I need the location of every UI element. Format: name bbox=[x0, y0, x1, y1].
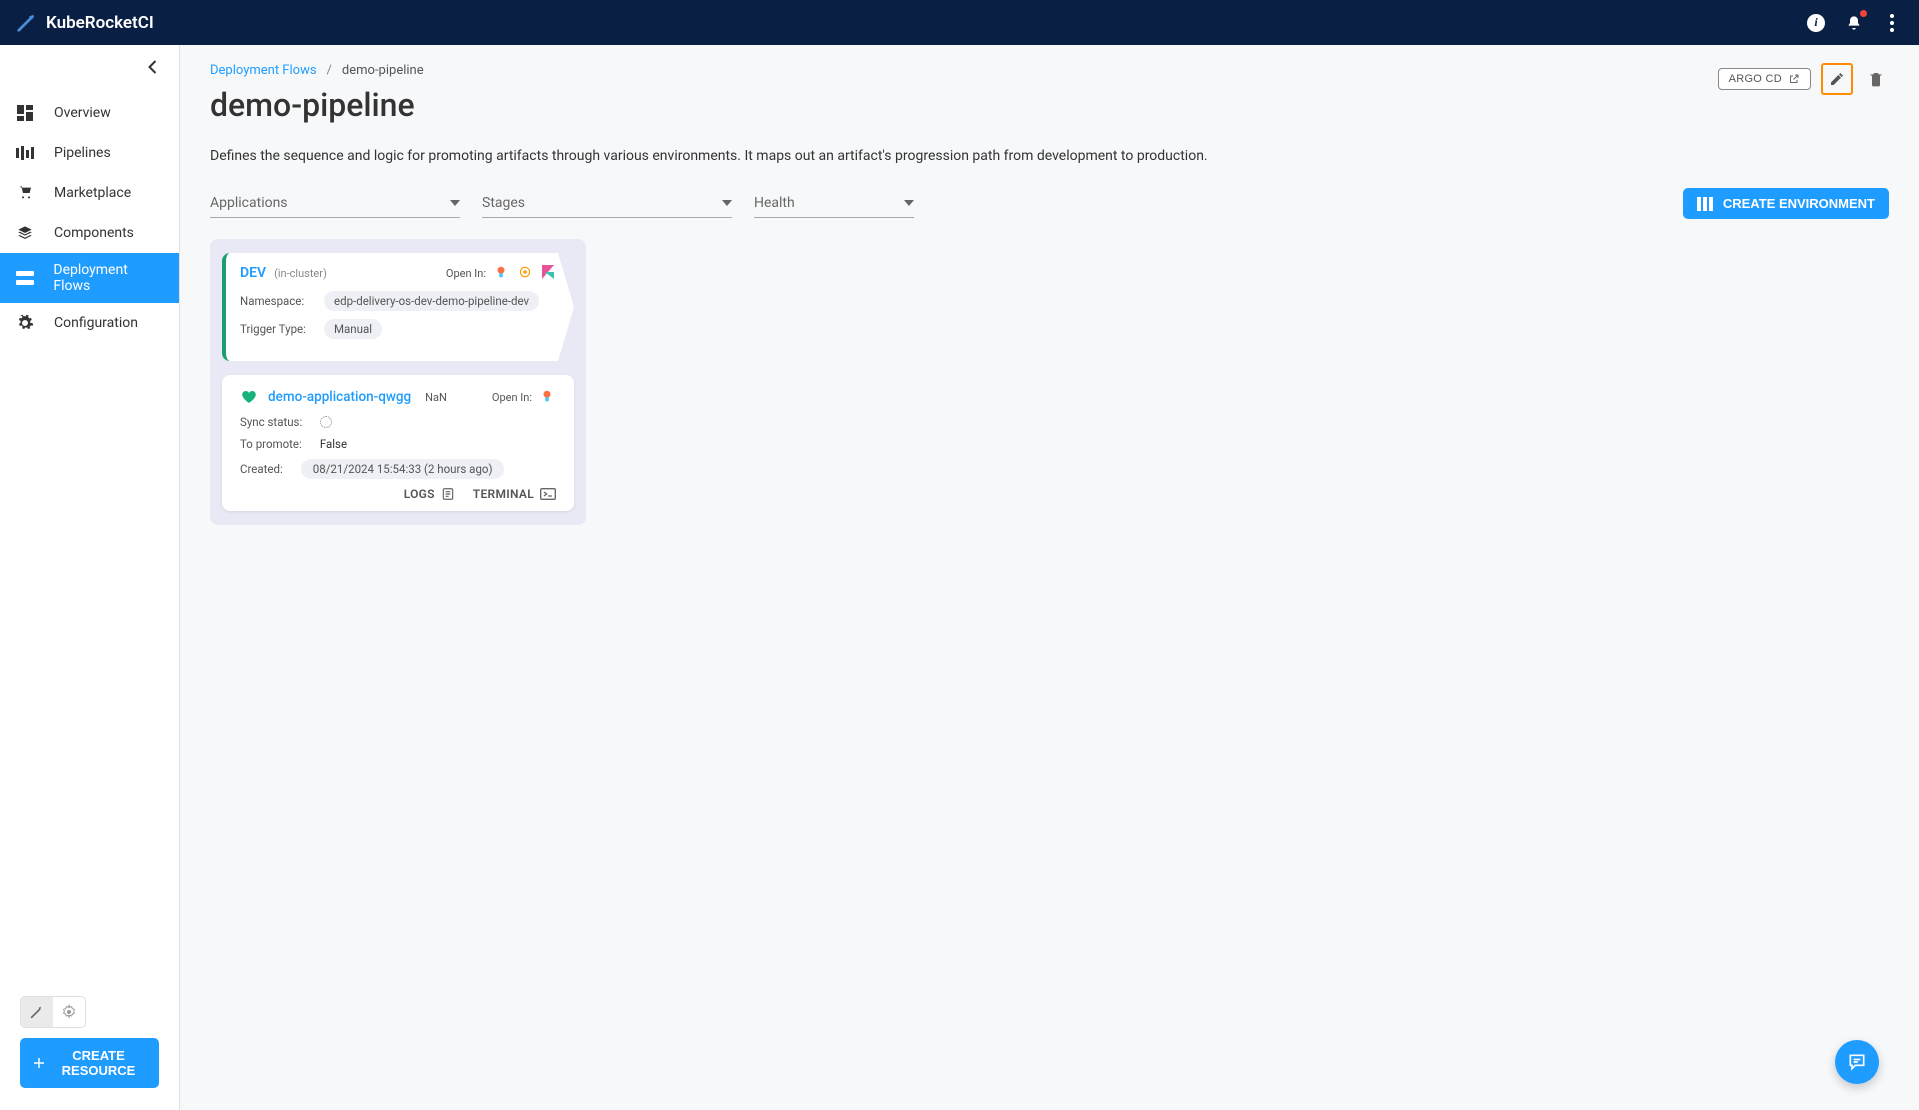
argo-icon[interactable] bbox=[540, 389, 556, 405]
sidebar: Overview Pipelines Marketplace Component… bbox=[0, 45, 180, 1110]
breadcrumb: Deployment Flows / demo-pipeline bbox=[210, 63, 424, 78]
promote-label: To promote: bbox=[240, 437, 302, 451]
info-icon[interactable]: i bbox=[1805, 12, 1827, 34]
notifications-icon[interactable] bbox=[1843, 12, 1865, 34]
stage-card: DEV (in-cluster) Open In: Namespace: edp… bbox=[222, 253, 574, 361]
sidebar-item-label: Configuration bbox=[54, 315, 138, 331]
theme-toggle bbox=[20, 996, 86, 1028]
breadcrumb-parent-link[interactable]: Deployment Flows bbox=[210, 63, 317, 78]
chevron-down-icon bbox=[904, 200, 914, 206]
external-link-icon bbox=[1788, 73, 1800, 85]
open-in-label: Open In: bbox=[492, 391, 532, 404]
promote-value: False bbox=[320, 437, 347, 451]
sidebar-item-components[interactable]: Components bbox=[0, 213, 179, 253]
health-filter-label: Health bbox=[754, 195, 795, 211]
sync-status-label: Sync status: bbox=[240, 415, 302, 429]
applications-filter-label: Applications bbox=[210, 195, 288, 211]
chevron-down-icon bbox=[450, 200, 460, 206]
application-card: demo-application-qwgg NaN Open In: Sync … bbox=[222, 375, 574, 511]
create-resource-button[interactable]: CREATE RESOURCE bbox=[20, 1038, 159, 1088]
create-environment-label: CREATE ENVIRONMENT bbox=[1723, 196, 1875, 211]
health-filter[interactable]: Health bbox=[754, 190, 914, 218]
stages-filter-label: Stages bbox=[482, 195, 525, 211]
stage-name-link[interactable]: DEV bbox=[240, 265, 266, 281]
open-in-label: Open In: bbox=[446, 267, 486, 280]
logs-label: LOGS bbox=[404, 487, 435, 501]
kibana-icon[interactable] bbox=[542, 265, 558, 281]
stages-filter[interactable]: Stages bbox=[482, 190, 732, 218]
trigger-label: Trigger Type: bbox=[240, 322, 310, 336]
sync-spinner-icon bbox=[320, 416, 332, 428]
applications-filter[interactable]: Applications bbox=[210, 190, 460, 218]
created-label: Created: bbox=[240, 462, 283, 476]
sidebar-item-label: Marketplace bbox=[54, 185, 131, 201]
delete-button[interactable] bbox=[1863, 66, 1889, 92]
terminal-button[interactable]: TERMINAL bbox=[473, 487, 556, 501]
application-name-link[interactable]: demo-application-qwgg bbox=[268, 389, 411, 405]
sidebar-item-configuration[interactable]: Configuration bbox=[0, 303, 179, 343]
page-description: Defines the sequence and logic for promo… bbox=[210, 148, 1889, 164]
sidebar-collapse-button[interactable] bbox=[0, 45, 179, 89]
cart-icon bbox=[14, 182, 36, 204]
breadcrumb-current: demo-pipeline bbox=[342, 63, 424, 78]
dashboard-icon bbox=[14, 102, 36, 124]
create-resource-label: CREATE RESOURCE bbox=[52, 1048, 145, 1078]
pipelines-icon bbox=[14, 142, 36, 164]
sidebar-item-pipelines[interactable]: Pipelines bbox=[0, 133, 179, 173]
page-title: demo-pipeline bbox=[210, 86, 424, 124]
sidebar-item-deployment-flows[interactable]: Deployment Flows bbox=[0, 253, 179, 303]
gear-icon bbox=[14, 312, 36, 334]
edit-highlight bbox=[1821, 63, 1853, 95]
grafana-icon[interactable] bbox=[518, 265, 534, 281]
brand-logo[interactable]: KubeRocketCI bbox=[16, 12, 154, 34]
more-menu-icon[interactable] bbox=[1881, 12, 1903, 34]
heart-icon bbox=[240, 389, 258, 405]
sidebar-item-marketplace[interactable]: Marketplace bbox=[0, 173, 179, 213]
chevron-down-icon bbox=[722, 200, 732, 206]
terminal-label: TERMINAL bbox=[473, 487, 534, 501]
sidebar-item-label: Components bbox=[54, 225, 134, 241]
columns-icon bbox=[1697, 197, 1713, 211]
terminal-icon bbox=[540, 488, 556, 500]
argo-cd-button[interactable]: ARGO CD bbox=[1718, 68, 1811, 90]
main-content: Deployment Flows / demo-pipeline demo-pi… bbox=[180, 45, 1919, 1110]
trigger-value: Manual bbox=[324, 319, 382, 339]
namespace-label: Namespace: bbox=[240, 294, 310, 308]
argo-cd-label: ARGO CD bbox=[1729, 73, 1782, 85]
pen-mode-button[interactable] bbox=[21, 997, 53, 1027]
chat-fab[interactable] bbox=[1835, 1040, 1879, 1084]
create-environment-button[interactable]: CREATE ENVIRONMENT bbox=[1683, 188, 1889, 219]
environment-container: DEV (in-cluster) Open In: Namespace: edp… bbox=[210, 239, 586, 525]
stage-cluster: (in-cluster) bbox=[274, 267, 327, 280]
created-value: 08/21/2024 15:54:33 (2 hours ago) bbox=[301, 459, 505, 479]
layers-icon bbox=[14, 222, 36, 244]
logs-button[interactable]: LOGS bbox=[404, 487, 455, 501]
sidebar-item-overview[interactable]: Overview bbox=[0, 93, 179, 133]
app-nan: NaN bbox=[425, 391, 447, 404]
gear-mode-button[interactable] bbox=[53, 997, 85, 1027]
sidebar-item-label: Deployment Flows bbox=[53, 262, 165, 294]
edit-button[interactable] bbox=[1824, 66, 1850, 92]
flows-icon bbox=[14, 267, 35, 289]
brand-name: KubeRocketCI bbox=[46, 13, 154, 33]
top-bar: KubeRocketCI i bbox=[0, 0, 1919, 45]
logs-icon bbox=[441, 487, 455, 501]
sidebar-item-label: Pipelines bbox=[54, 145, 111, 161]
sidebar-item-label: Overview bbox=[54, 105, 111, 121]
argo-icon[interactable] bbox=[494, 265, 510, 281]
namespace-value: edp-delivery-os-dev-demo-pipeline-dev bbox=[324, 291, 539, 311]
